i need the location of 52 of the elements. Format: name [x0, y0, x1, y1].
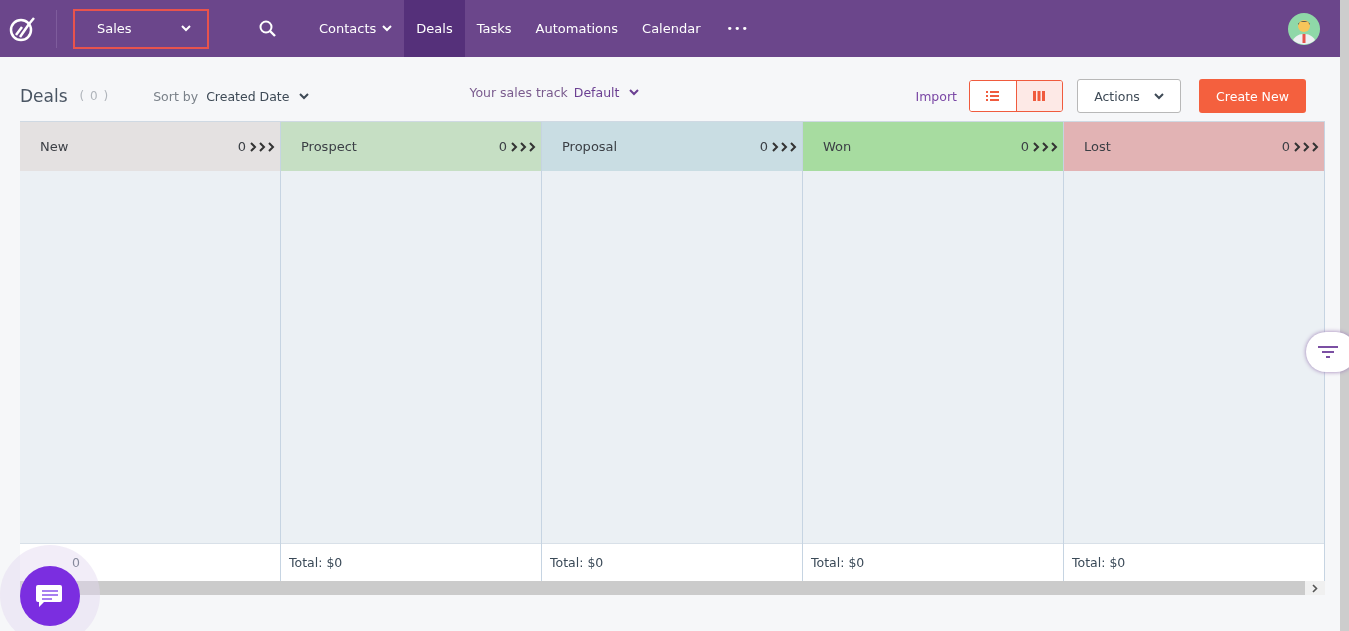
column-count: 0: [1281, 139, 1290, 154]
nav-tab[interactable]: Automations: [523, 0, 631, 57]
nav-tab[interactable]: Calendar: [630, 0, 713, 57]
chevron-down-icon: [629, 88, 640, 96]
sort-dropdown[interactable]: Created Date: [206, 88, 310, 104]
chat-bubble-icon: [35, 582, 65, 610]
search-icon[interactable]: [259, 19, 277, 38]
track-label: Your sales track: [469, 84, 568, 100]
list-icon: [986, 91, 1000, 101]
triple-chevron-icon[interactable]: [1294, 141, 1320, 152]
list-view-button[interactable]: [970, 81, 1016, 111]
triple-chevron-icon[interactable]: [772, 141, 798, 152]
triple-chevron-icon[interactable]: [250, 141, 276, 152]
column-total: Total: $0: [550, 555, 604, 570]
chevron-down-icon: [181, 25, 191, 32]
avatar-icon[interactable]: [1288, 12, 1320, 45]
column-count: 0: [237, 139, 246, 154]
filter-icon: [1318, 346, 1338, 358]
pipeline-dropdown[interactable]: Sales: [73, 8, 209, 49]
column-total: Total: $0: [1072, 555, 1126, 570]
column-title: New: [40, 139, 69, 154]
more-menu[interactable]: •••: [712, 0, 763, 57]
horizontal-scrollbar[interactable]: [20, 581, 1305, 595]
column-title: Prospect: [301, 139, 357, 154]
column-title: Won: [823, 139, 852, 154]
actions-dropdown[interactable]: Actions: [1077, 79, 1181, 113]
chevron-right-icon[interactable]: [1312, 583, 1318, 593]
column-count: 0: [1020, 139, 1029, 154]
columns-icon: [1033, 91, 1046, 101]
column-total: 0: [72, 555, 80, 570]
column-total: Total: $0: [811, 555, 865, 570]
column-title: Lost: [1084, 139, 1111, 154]
nav-tab[interactable]: Deals: [404, 0, 465, 57]
vertical-scrollbar[interactable]: [1340, 0, 1349, 631]
chevron-down-icon: [1153, 92, 1164, 100]
chat-button[interactable]: [20, 566, 80, 626]
column-count: 0: [759, 139, 768, 154]
deal-count: ( 0 ): [79, 89, 110, 103]
column-count: 0: [498, 139, 507, 154]
triple-chevron-icon[interactable]: [511, 141, 537, 152]
import-link[interactable]: Import: [915, 88, 957, 104]
nav-tab[interactable]: Contacts: [307, 0, 405, 57]
track-dropdown[interactable]: Default: [573, 84, 640, 100]
column-total: Total: $0: [289, 555, 343, 570]
sort-label: Sort by: [153, 88, 199, 104]
page-title: Deals: [20, 86, 68, 106]
nav-tab[interactable]: Tasks: [464, 0, 524, 57]
column-title: Proposal: [562, 139, 618, 154]
chevron-down-icon: [382, 25, 393, 32]
triple-chevron-icon[interactable]: [1033, 141, 1059, 152]
board-view-button[interactable]: [1015, 81, 1062, 111]
chevron-down-icon: [299, 92, 310, 100]
